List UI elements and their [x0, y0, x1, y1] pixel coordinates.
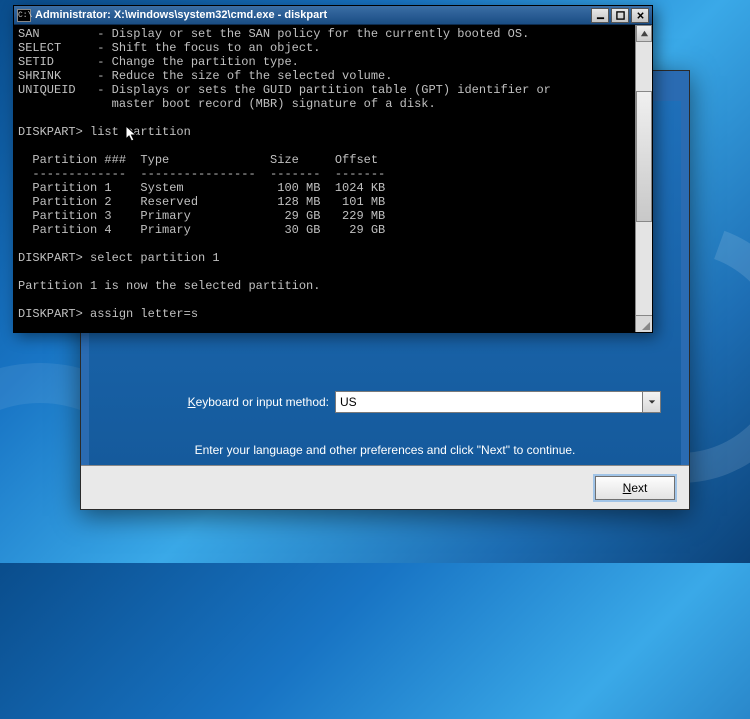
table-row: Partition 4 Primary 30 GB 29 GB [18, 223, 385, 237]
minimize-button[interactable] [591, 8, 609, 23]
keyboard-method-row: Keyboard or input method: US [109, 391, 661, 413]
next-button[interactable]: Next [595, 476, 675, 500]
close-button[interactable] [631, 8, 649, 23]
keyboard-method-select[interactable]: US [335, 391, 661, 413]
dropdown-caret-icon[interactable] [642, 392, 660, 412]
keyboard-method-label: Keyboard or input method: [109, 395, 329, 409]
table-row: Partition 1 System 100 MB 1024 KB [18, 181, 385, 195]
cmd-window: C:\ Administrator: X:\windows\system32\c… [13, 5, 653, 333]
setup-instruction-text: Enter your language and other preference… [109, 443, 661, 457]
help-line-uniqueid-cont: master boot record (MBR) signature of a … [18, 97, 436, 111]
table-row: Partition 3 Primary 29 GB 229 MB [18, 209, 385, 223]
prompt-assign-letter: DISKPART> assign letter=s [18, 307, 198, 321]
help-line-san: SAN - Display or set the SAN policy for … [18, 27, 529, 41]
scroll-up-button[interactable] [636, 25, 652, 42]
partition-table-divider: ------------- ---------------- ------- -… [18, 167, 385, 181]
keyboard-method-value: US [340, 395, 357, 409]
msg-selected-partition: Partition 1 is now the selected partitio… [18, 279, 320, 293]
resize-grip-icon[interactable] [635, 315, 652, 332]
scroll-thumb[interactable] [636, 91, 652, 222]
scroll-track[interactable] [636, 42, 652, 315]
table-row: Partition 2 Reserved 128 MB 101 MB [18, 195, 385, 209]
prompt-select-partition: DISKPART> select partition 1 [18, 251, 220, 265]
help-line-setid: SETID - Change the partition type. [18, 55, 299, 69]
help-line-shrink: SHRINK - Reduce the size of the selected… [18, 69, 392, 83]
cmd-vertical-scrollbar[interactable] [635, 25, 652, 332]
cmd-app-icon: C:\ [17, 9, 31, 22]
cmd-window-title: Administrator: X:\windows\system32\cmd.e… [35, 9, 587, 21]
cmd-titlebar[interactable]: C:\ Administrator: X:\windows\system32\c… [14, 6, 652, 25]
cmd-terminal-output[interactable]: SAN - Display or set the SAN policy for … [14, 25, 652, 332]
maximize-button[interactable] [611, 8, 629, 23]
prompt-list-partition: DISKPART> list partition [18, 125, 191, 139]
setup-dialog-footer: Next [81, 465, 689, 509]
help-line-select: SELECT - Shift the focus to an object. [18, 41, 320, 55]
partition-table-header: Partition ### Type Size Offset [18, 153, 378, 167]
help-line-uniqueid: UNIQUEID - Displays or sets the GUID par… [18, 83, 551, 97]
cmd-window-controls [591, 8, 652, 23]
